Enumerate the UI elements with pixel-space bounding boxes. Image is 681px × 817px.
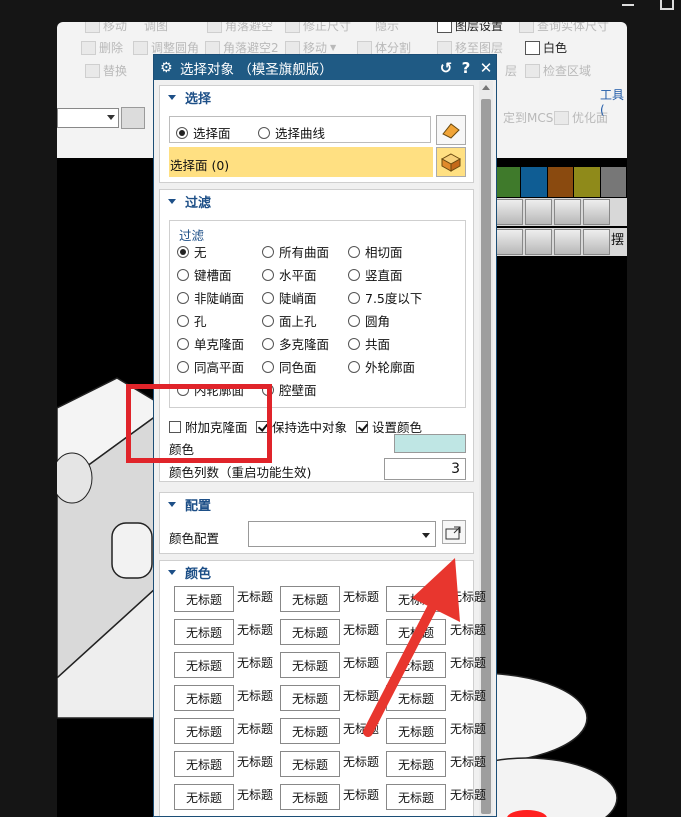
screen: 移动 调图 角落避空 修正尺寸 隐示 图层设置 查询实体尺寸 删除 调整圆角 角… (0, 0, 681, 817)
minimize-icon[interactable] (620, 0, 638, 10)
maximize-icon[interactable] (660, 0, 674, 10)
annotation-arrow (363, 558, 460, 737)
